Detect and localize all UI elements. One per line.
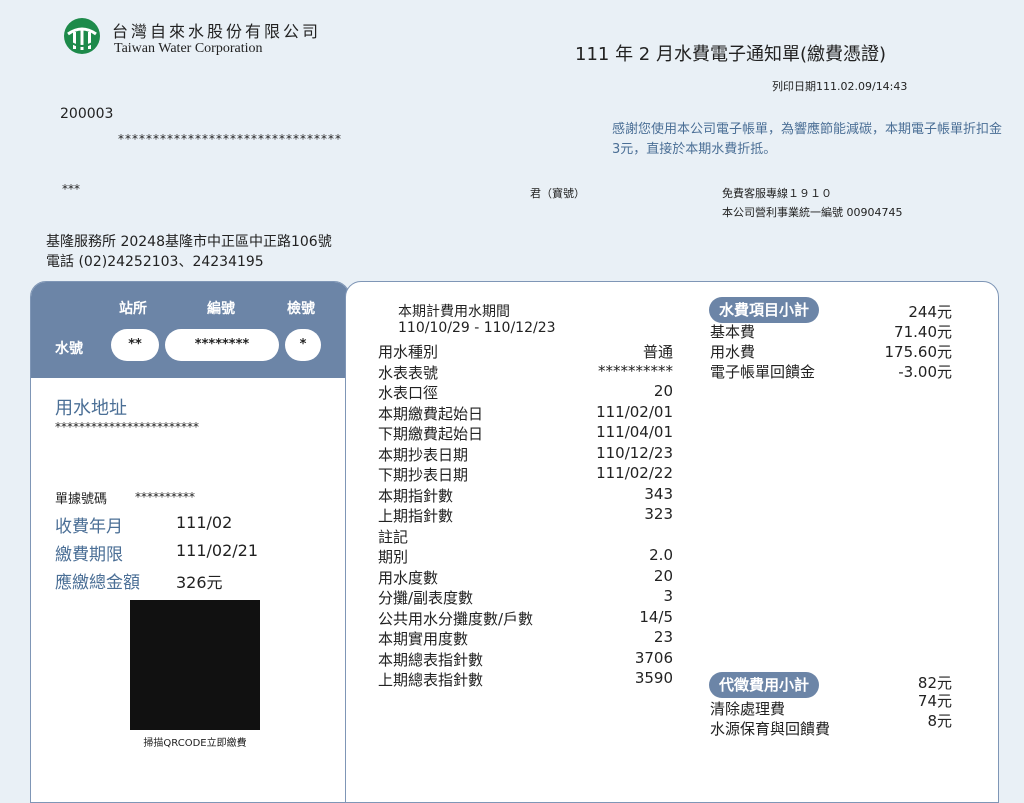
detail-label: 本期實用度數 <box>378 630 469 648</box>
period-range: 110/10/29 - 110/12/23 <box>398 320 556 336</box>
agency-fee-item-value: 74元 <box>917 692 952 710</box>
detail-value: 20 <box>653 382 673 400</box>
total-amount-value: 326元 <box>176 573 223 592</box>
company-name-zh: 台灣自來水股份有限公司 <box>112 22 322 41</box>
billing-month-label: 收費年月 <box>55 517 123 537</box>
water-fee-item-label: 電子帳單回饋金 <box>710 363 816 381</box>
page-title: 111 年 2 月水費電子通知單(繳費憑證) <box>575 44 887 65</box>
qr-caption: 掃描QRCODE立即繳費 <box>143 738 247 749</box>
detail-value: 普通 <box>642 343 673 361</box>
detail-label: 期別 <box>378 548 409 566</box>
ebill-notice: 感謝您使用本公司電子帳單，為響應節能減碳，本期電子帳單折扣金3元，直接於本期水費… <box>612 122 1003 157</box>
detail-label: 用水度數 <box>378 568 439 587</box>
detail-label: 水表表號 <box>378 363 439 382</box>
detail-value: ********** <box>598 361 673 380</box>
address-label: 用水地址 <box>55 398 127 419</box>
detail-value: 20 <box>653 566 673 585</box>
detail-label: 下期繳費起始日 <box>378 425 484 443</box>
water-fee-item-value: 71.40元 <box>894 323 952 341</box>
detail-label: 水表口徑 <box>378 384 439 402</box>
billing-detail-panel: 本期計費用水期間 110/10/29 - 110/12/23 用水種別 普通水表表… <box>345 281 999 803</box>
meter-check-value: * <box>285 329 321 361</box>
detail-label: 本期繳費起始日 <box>378 404 484 423</box>
meter-station-value: ** <box>111 329 159 361</box>
doc-no-value: ********** <box>135 490 195 504</box>
customer-honorific: 君（寶號） <box>530 187 585 200</box>
detail-value: 14/5 <box>639 607 673 626</box>
detail-label: 公共用水分攤度數/戶數 <box>378 609 534 628</box>
detail-label: 本期總表指針數 <box>378 650 484 669</box>
water-fee-item-value: -3.00元 <box>898 363 952 381</box>
agency-fee-subtotal-badge: 代徵費用小計 <box>709 672 820 698</box>
account-panel: 站所 編號 檢號 水號 ** ******** * 用水地址 *********… <box>30 281 350 803</box>
meter-row-label: 水號 <box>55 341 83 357</box>
detail-value: 111/02/22 <box>596 464 673 482</box>
company-tax-id: 本公司營利事業統一編號 00904745 <box>722 206 903 219</box>
agency-fee-item-value: 8元 <box>927 712 952 730</box>
detail-value: 3 <box>663 587 673 605</box>
meter-col-number: 編號 <box>207 301 235 317</box>
meter-col-station: 站所 <box>119 301 147 317</box>
company-logo-icon <box>64 18 100 54</box>
detail-label: 本期指針數 <box>378 486 454 505</box>
detail-value: 343 <box>644 484 673 503</box>
detail-value: 111/02/01 <box>596 402 673 421</box>
agency-fee-item-label: 清除處理費 <box>710 700 786 718</box>
water-fee-total: 244元 <box>908 303 952 321</box>
qr-code[interactable] <box>130 600 260 730</box>
detail-label: 本期抄表日期 <box>378 445 469 464</box>
water-fee-item-label: 用水費 <box>710 343 756 361</box>
total-amount-label: 應繳總金額 <box>55 573 140 593</box>
period-label: 本期計費用水期間 <box>398 304 510 320</box>
customer-code: 200003 <box>60 106 114 122</box>
detail-label: 用水種別 <box>378 343 439 361</box>
detail-value: 110/12/23 <box>596 443 673 462</box>
detail-value: 23 <box>653 628 673 646</box>
detail-value: 3590 <box>634 669 673 687</box>
water-number-header: 站所 編號 檢號 水號 ** ******** * <box>31 282 349 378</box>
agency-fee-item-label: 水源保育與回饋費 <box>710 720 831 738</box>
detail-label: 下期抄表日期 <box>378 466 469 484</box>
print-date: 列印日期111.02.09/14:43 <box>772 80 908 93</box>
office-phone: 電話 (02)24252103、24234195 <box>46 254 264 270</box>
due-date-value: 111/02/21 <box>176 541 259 560</box>
detail-value: 111/04/01 <box>596 423 673 441</box>
due-date-label: 繳費期限 <box>55 545 123 565</box>
customer-masked-line: ******************************** <box>118 132 342 146</box>
billing-month-value: 111/02 <box>176 513 233 532</box>
office-address: 基隆服務所 20248基隆市中正區中正路106號 <box>46 234 332 250</box>
meter-col-check: 檢號 <box>287 301 315 317</box>
detail-value: 2.0 <box>649 546 673 564</box>
customer-name: *** <box>62 182 80 196</box>
address-value: ************************ <box>55 420 199 434</box>
detail-label: 上期總表指針數 <box>378 671 484 689</box>
water-fee-subtotal-badge: 水費項目小計 <box>709 297 820 323</box>
detail-label: 上期指針數 <box>378 507 454 525</box>
company-name-en: Taiwan Water Corporation <box>114 41 263 56</box>
water-fee-item-value: 175.60元 <box>884 343 953 361</box>
detail-value: 3706 <box>634 648 673 667</box>
meter-number-value: ******** <box>165 329 279 361</box>
service-hotline: 免費客服專線１９１０ <box>722 187 832 200</box>
water-fee-item-label: 基本費 <box>710 323 756 341</box>
detail-label: 註記 <box>378 527 409 546</box>
doc-no-label: 單據號碼 <box>55 492 108 507</box>
detail-value: 323 <box>644 505 673 523</box>
detail-label: 分攤/副表度數 <box>378 589 474 607</box>
